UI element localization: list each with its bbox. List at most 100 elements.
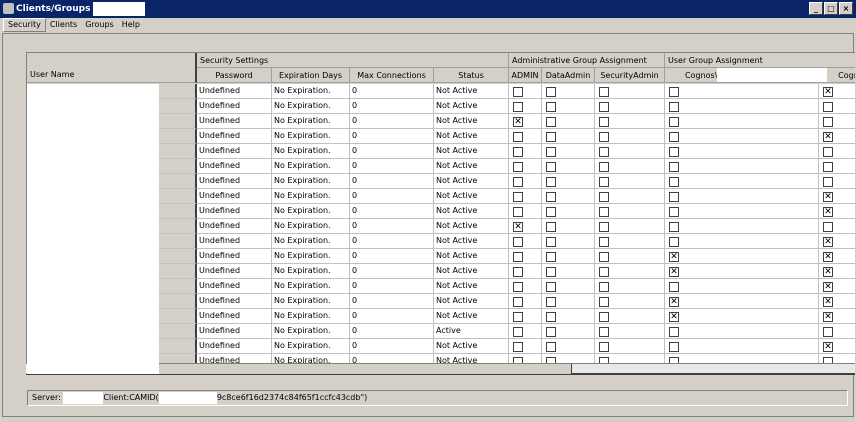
cognos-group-checkbox[interactable] [669,282,679,292]
cognos-group-checkbox[interactable]: ✕ [669,297,679,307]
securityadmin-checkbox[interactable] [599,297,609,307]
dataadmin-checkbox[interactable] [546,267,556,277]
cognos-group-2-checkbox[interactable]: ✕ [823,192,833,202]
max-connections-cell[interactable]: 0 [350,114,434,129]
dataadmin-checkbox[interactable] [546,237,556,247]
cognos-group-checkbox[interactable] [669,177,679,187]
minimize-button[interactable]: _ [809,2,823,15]
securityadmin-checkbox[interactable] [599,87,609,97]
max-connections-cell[interactable]: 0 [350,279,434,294]
dataadmin-checkbox[interactable] [546,87,556,97]
dataadmin-checkbox[interactable] [546,282,556,292]
securityadmin-checkbox[interactable] [599,282,609,292]
max-connections-cell[interactable]: 0 [350,204,434,219]
dataadmin-checkbox[interactable] [546,207,556,217]
admin-checkbox[interactable] [513,267,523,277]
admin-checkbox[interactable] [513,102,523,112]
admin-checkbox[interactable] [513,237,523,247]
securityadmin-checkbox[interactable] [599,222,609,232]
expiration-cell[interactable]: No Expiration. [272,279,350,294]
securityadmin-checkbox[interactable] [599,327,609,337]
cognos-group-2-checkbox[interactable]: ✕ [823,207,833,217]
max-connections-cell[interactable]: 0 [350,264,434,279]
securityadmin-checkbox[interactable] [599,207,609,217]
header-dataadmin[interactable]: DataAdmin [542,68,595,83]
cognos-group-2-checkbox[interactable] [823,222,833,232]
status-cell[interactable]: Not Active [434,189,509,204]
header-user-name[interactable]: User Name [27,53,197,83]
expiration-cell[interactable]: No Expiration. [272,294,350,309]
expiration-cell[interactable]: No Expiration. [272,189,350,204]
password-cell[interactable]: Undefined [197,84,272,99]
admin-checkbox[interactable]: ✕ [513,117,523,127]
password-cell[interactable]: Undefined [197,144,272,159]
status-cell[interactable]: Not Active [434,264,509,279]
expiration-cell[interactable]: No Expiration. [272,159,350,174]
max-connections-cell[interactable]: 0 [350,339,434,354]
status-cell[interactable]: Not Active [434,159,509,174]
cognos-group-checkbox[interactable] [669,147,679,157]
password-cell[interactable]: Undefined [197,129,272,144]
expiration-cell[interactable]: No Expiration. [272,204,350,219]
dataadmin-checkbox[interactable] [546,252,556,262]
dataadmin-checkbox[interactable] [546,297,556,307]
max-connections-cell[interactable]: 0 [350,99,434,114]
cognos-group-2-checkbox[interactable] [823,117,833,127]
admin-checkbox[interactable] [513,327,523,337]
max-connections-cell[interactable]: 0 [350,219,434,234]
cognos-group-checkbox[interactable] [669,132,679,142]
expiration-cell[interactable]: No Expiration. [272,144,350,159]
max-connections-cell[interactable]: 0 [350,324,434,339]
cognos-group-2-checkbox[interactable]: ✕ [823,132,833,142]
header-max-connections[interactable]: Max Connections [350,68,434,83]
cognos-group-checkbox[interactable] [669,207,679,217]
cognos-group-checkbox[interactable] [669,117,679,127]
admin-checkbox[interactable] [513,147,523,157]
dataadmin-checkbox[interactable] [546,177,556,187]
password-cell[interactable]: Undefined [197,339,272,354]
cognos-group-checkbox[interactable] [669,162,679,172]
cognos-group-2-checkbox[interactable]: ✕ [823,237,833,247]
password-cell[interactable]: Undefined [197,324,272,339]
cognos-group-checkbox[interactable] [669,87,679,97]
password-cell[interactable]: Undefined [197,309,272,324]
max-connections-cell[interactable]: 0 [350,84,434,99]
password-cell[interactable]: Undefined [197,99,272,114]
max-connections-cell[interactable]: 0 [350,129,434,144]
expiration-cell[interactable]: No Expiration. [272,264,350,279]
cognos-group-checkbox[interactable] [669,237,679,247]
cognos-group-checkbox[interactable] [669,327,679,337]
securityadmin-checkbox[interactable] [599,162,609,172]
status-cell[interactable]: Not Active [434,129,509,144]
header-password[interactable]: Password [197,68,272,83]
admin-checkbox[interactable] [513,162,523,172]
status-cell[interactable]: Not Active [434,294,509,309]
expiration-cell[interactable]: No Expiration. [272,234,350,249]
admin-checkbox[interactable] [513,312,523,322]
cognos-group-2-checkbox[interactable]: ✕ [823,87,833,97]
password-cell[interactable]: Undefined [197,189,272,204]
cognos-group-2-checkbox[interactable] [823,177,833,187]
password-cell[interactable]: Undefined [197,264,272,279]
expiration-cell[interactable]: No Expiration. [272,309,350,324]
password-cell[interactable]: Undefined [197,159,272,174]
users-grid[interactable]: User Name Security Settings Administrati… [26,52,855,374]
status-cell[interactable]: Not Active [434,144,509,159]
password-cell[interactable]: Undefined [197,204,272,219]
dataadmin-checkbox[interactable] [546,327,556,337]
max-connections-cell[interactable]: 0 [350,159,434,174]
password-cell[interactable]: Undefined [197,114,272,129]
cognos-group-2-checkbox[interactable]: ✕ [823,282,833,292]
admin-checkbox[interactable] [513,282,523,292]
cognos-group-2-checkbox[interactable]: ✕ [823,312,833,322]
status-cell[interactable]: Not Active [434,249,509,264]
max-connections-cell[interactable]: 0 [350,294,434,309]
cognos-group-checkbox[interactable]: ✕ [669,267,679,277]
status-cell[interactable]: Not Active [434,204,509,219]
dataadmin-checkbox[interactable] [546,162,556,172]
cognos-group-checkbox[interactable] [669,222,679,232]
max-connections-cell[interactable]: 0 [350,309,434,324]
password-cell[interactable]: Undefined [197,279,272,294]
securityadmin-checkbox[interactable] [599,192,609,202]
expiration-cell[interactable]: No Expiration. [272,174,350,189]
